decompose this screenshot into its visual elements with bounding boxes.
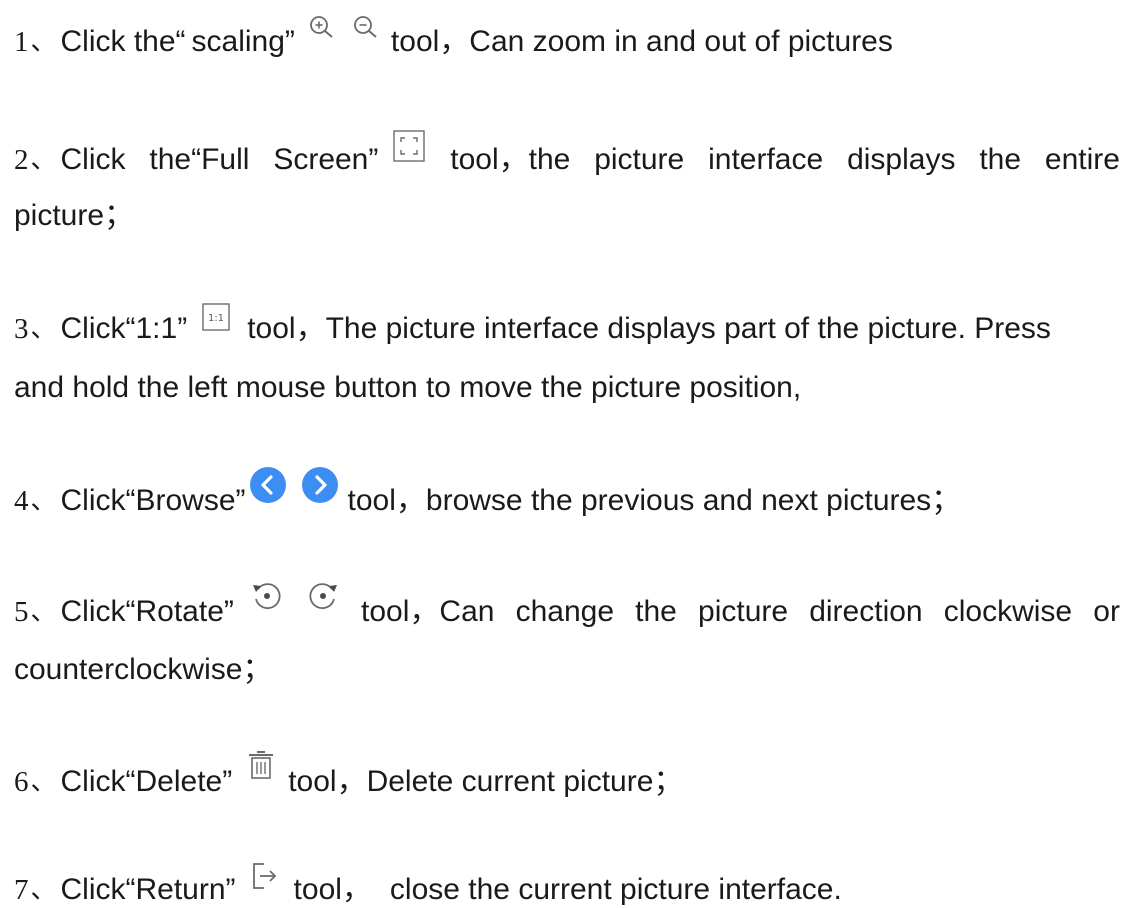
instructions-page: 1、 Click the“ scaling” tool，Can zoom in … [0, 0, 1132, 907]
step-word: displays [847, 143, 956, 176]
step-separator: 、 [30, 597, 57, 626]
step-word: picture [698, 595, 789, 628]
step-text: Click“Browse” [60, 484, 246, 517]
step-text: tool，The picture interface displays part… [247, 312, 1051, 345]
step-word: the [979, 143, 1022, 176]
full-screen-icon [392, 129, 426, 163]
step-text: Click“1:1” [60, 312, 188, 345]
step-word: Screen” [273, 143, 379, 176]
step-separator: 、 [30, 486, 57, 515]
step-lead: 2、 Click [14, 142, 126, 178]
step-word: picture [594, 143, 685, 176]
step-separator: 、 [30, 767, 57, 796]
step-5-continuation: counterclockwise； [14, 652, 1120, 688]
step-number: 4 [14, 485, 29, 517]
step-text: Click“Return” [60, 873, 236, 906]
step-2-continuation: picture； [14, 198, 1120, 234]
step-text: tool， [293, 873, 372, 906]
step-separator: 、 [30, 875, 57, 904]
step-separator: 、 [30, 314, 57, 343]
step-text: close the current picture interface. [389, 873, 842, 906]
step-word: or [1093, 595, 1120, 628]
step-1: 1、 Click the“ scaling” tool，Can zoom in … [14, 16, 1120, 60]
step-text: tool，browse the previous and next pictur… [347, 484, 962, 517]
return-icon [250, 861, 280, 891]
step-number: 7 [14, 874, 29, 906]
step-word: tool，the [450, 143, 571, 176]
step-3: 3、 Click“1:1” 1:1 tool，The picture inter… [14, 303, 1120, 347]
step-word: tool，Can [361, 595, 495, 628]
step-6: 6、 Click“Delete” tool，Delete current pic… [14, 751, 1120, 800]
step-word: clockwise [943, 595, 1073, 628]
step-word: entire [1044, 143, 1120, 176]
step-word-with-icon: Screen” [273, 130, 426, 178]
one-to-one-icon-label: 1:1 [208, 313, 224, 324]
step-text: and hold the left mouse button to move t… [14, 371, 802, 404]
previous-icon [248, 465, 288, 505]
step-number: 2 [14, 144, 29, 176]
step-text: Click“Delete” [60, 765, 233, 798]
step-separator: 、 [30, 145, 57, 174]
step-word: change [515, 595, 615, 628]
rotate-clockwise-icon [306, 579, 340, 613]
delete-icon [246, 750, 276, 782]
step-7: 7、 Click“Return” tool， close the current… [14, 863, 1120, 908]
rotate-counterclockwise-icon [250, 579, 284, 613]
step-4: 4、 Click“Browse” tool，browse the previou… [14, 467, 1120, 521]
step-number: 6 [14, 766, 29, 798]
step-text: scaling” [191, 25, 295, 58]
step-number: 1 [14, 26, 29, 58]
one-to-one-icon: 1:1 [201, 302, 231, 332]
step-text: counterclockwise； [14, 653, 273, 686]
step-word: the“Full [149, 143, 250, 176]
step-text: tool，Can zoom in and out of pictures [390, 25, 893, 58]
step-word: Click [60, 143, 126, 176]
step-number: 5 [14, 596, 29, 628]
step-5: 5、 Click“Rotate” tool，Can change the pict… [14, 583, 1120, 630]
next-icon [300, 465, 340, 505]
step-text: Click the“ [60, 25, 186, 58]
step-number: 3 [14, 313, 29, 345]
step-3-continuation: and hold the left mouse button to move t… [14, 370, 1120, 406]
step-word: the [635, 595, 677, 628]
step-lead: 5、 Click“Rotate” [14, 583, 340, 630]
step-separator: 、 [30, 27, 57, 56]
step-text: Click“Rotate” [60, 595, 234, 628]
step-word: interface [708, 143, 824, 176]
step-2: 2、 Click the“Full Screen” tool，the pictur… [14, 130, 1120, 178]
zoom-in-icon [307, 13, 337, 43]
step-text: tool，Delete current picture； [288, 765, 684, 798]
step-word: direction [809, 595, 923, 628]
step-text: picture； [14, 199, 135, 232]
zoom-out-icon [351, 13, 381, 43]
